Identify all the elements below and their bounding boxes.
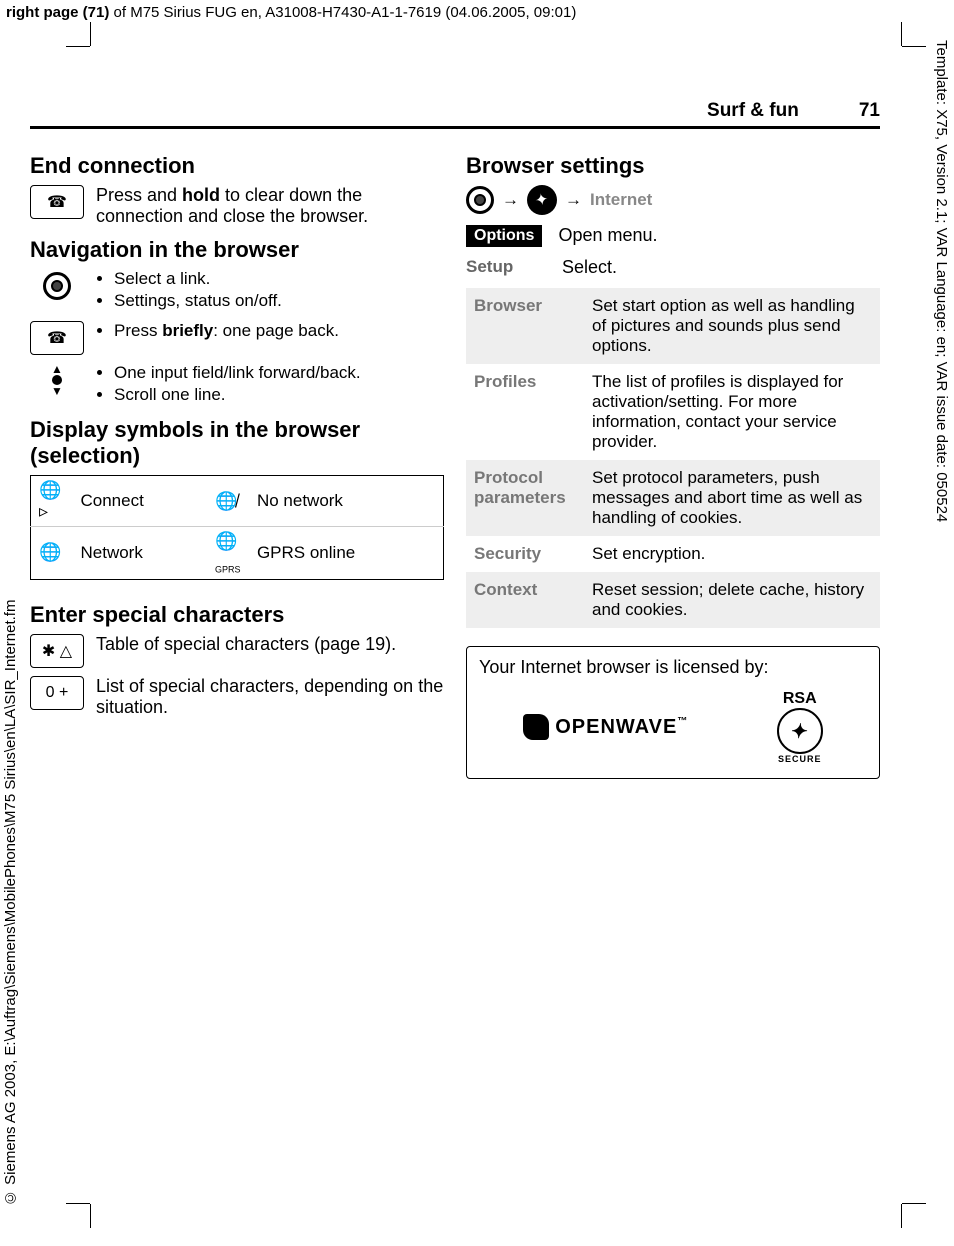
nav-item: One input field/link forward/back. [114, 363, 361, 383]
symbols-table: 🌐▹ Connect 🌐̸ No network 🌐 Network 🌐GPRS… [30, 475, 444, 580]
openwave-swirl-icon [523, 714, 549, 740]
settings-key: Protocol parameters [466, 460, 584, 536]
nav-item: Select a link. [114, 269, 282, 289]
gprs-icon: 🌐GPRS [207, 527, 249, 580]
crop-mark-icon [78, 34, 106, 62]
options-softkey: Options [466, 225, 542, 247]
nav-list-1: Select a link. Settings, status on/off. [96, 269, 282, 313]
settings-key: Browser [466, 288, 584, 364]
menu-path-label: Internet [590, 190, 652, 210]
settings-value: The list of profiles is displayed for ac… [584, 364, 880, 460]
end-connection-text: Press and hold to clear down the connect… [96, 185, 444, 227]
table-row: Protocol parametersSet protocol paramete… [466, 460, 880, 536]
options-text: Open menu. [558, 225, 657, 246]
setup-label: Setup [466, 257, 546, 277]
table-row: ContextReset session; delete cache, hist… [466, 572, 880, 628]
connect-icon: 🌐▹ [31, 476, 73, 527]
page-header: Surf & fun 71 [30, 100, 880, 129]
settings-value: Set protocol parameters, push messages a… [584, 460, 880, 536]
settings-value: Set encryption. [584, 536, 880, 572]
doc-meta-left: © Siemens AG 2003, E:\Auftrag\Siemens\Mo… [2, 486, 26, 1206]
license-box: Your Internet browser is licensed by: OP… [466, 646, 880, 779]
crop-mark-icon [886, 1188, 914, 1216]
meta-top-rest: of M75 Sirius FUG en, A31008-H7430-A1-1-… [109, 4, 576, 21]
menu-path: → ✦ → Internet [466, 185, 880, 215]
symbols-cell: Network [73, 527, 207, 580]
nav-list-3: One input field/link forward/back. Scrol… [96, 363, 361, 407]
license-text: Your Internet browser is licensed by: [479, 657, 867, 678]
hangup-key-icon: ☎ [30, 185, 84, 219]
table-row: ProfilesThe list of profiles is displaye… [466, 364, 880, 460]
crop-mark-icon [78, 1188, 106, 1216]
joystick-center-icon [30, 269, 84, 303]
table-row: BrowserSet start option as well as handl… [466, 288, 880, 364]
joystick-center-icon [466, 186, 494, 214]
internet-globe-icon: ✦ [527, 185, 557, 215]
nav-list-2: Press briefly: one page back. [96, 321, 339, 343]
symbols-cell: No network [249, 476, 444, 527]
settings-value: Set start option as well as handling of … [584, 288, 880, 364]
star-key-icon: ✱ △ [30, 634, 84, 668]
doc-meta-top: right page (71) of M75 Sirius FUG en, A3… [6, 4, 576, 21]
special-chars-text: Table of special characters (page 19). [96, 634, 396, 655]
heading-browser-settings: Browser settings [466, 153, 880, 179]
settings-key: Profiles [466, 364, 584, 460]
joystick-updown-icon: ▲▼ [30, 363, 84, 397]
openwave-logo: OPENWAVE™ [523, 714, 688, 740]
header-section: Surf & fun [707, 100, 799, 122]
settings-table: BrowserSet start option as well as handl… [466, 288, 880, 628]
heading-display-symbols: Display symbols in the browser (selectio… [30, 417, 444, 469]
nav-item: Press briefly: one page back. [114, 321, 339, 341]
arrow-icon: → [565, 190, 582, 210]
network-icon: 🌐 [31, 527, 73, 580]
zero-key-icon: 0 + [30, 676, 84, 710]
nav-item: Settings, status on/off. [114, 291, 282, 311]
heading-end-connection: End connection [30, 153, 444, 179]
heading-special-chars: Enter special characters [30, 602, 444, 628]
setup-text: Select. [562, 257, 617, 278]
nav-item: Scroll one line. [114, 385, 361, 405]
settings-key: Context [466, 572, 584, 628]
table-row: SecuritySet encryption. [466, 536, 880, 572]
no-network-icon: 🌐̸ [207, 476, 249, 527]
meta-top-bold: right page (71) [6, 4, 109, 21]
crop-mark-icon [886, 34, 914, 62]
rsa-logo: RSA ✦ SECURE [777, 690, 823, 764]
hangup-key-icon: ☎ [30, 321, 84, 355]
arrow-icon: → [502, 190, 519, 210]
heading-navigation: Navigation in the browser [30, 237, 444, 263]
special-chars-text: List of special characters, depending on… [96, 676, 444, 718]
header-page-number: 71 [859, 100, 880, 122]
symbols-cell: Connect [73, 476, 207, 527]
doc-meta-right: Template: X75, Version 2.1; VAR Language… [926, 40, 950, 1140]
settings-value: Reset session; delete cache, history and… [584, 572, 880, 628]
settings-key: Security [466, 536, 584, 572]
symbols-cell: GPRS online [249, 527, 444, 580]
